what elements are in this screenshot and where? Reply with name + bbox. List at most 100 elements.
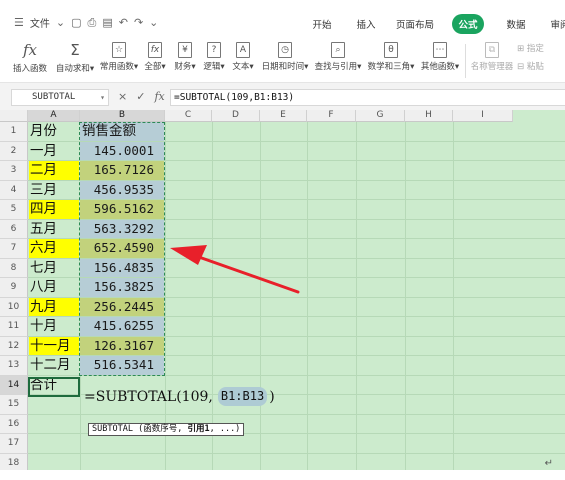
- column-header-c[interactable]: C: [165, 110, 212, 122]
- fx-icon: fx: [22, 41, 37, 59]
- cell-a8[interactable]: 七月: [29, 259, 79, 278]
- column-header-e[interactable]: E: [260, 110, 307, 122]
- chevron-down-icon[interactable]: ⌄: [149, 16, 158, 29]
- column-header-i[interactable]: I: [453, 110, 513, 122]
- cell-a3[interactable]: 二月: [29, 161, 79, 180]
- cell-b4[interactable]: 456.9535: [80, 180, 164, 199]
- cell-a2[interactable]: 一月: [29, 142, 79, 161]
- row-gridline: [28, 452, 565, 454]
- cell-a5[interactable]: 四月: [29, 200, 79, 219]
- cell-b13[interactable]: 516.5341: [80, 356, 164, 375]
- name-manager-button[interactable]: ⧉ 名称管理器: [470, 40, 514, 72]
- cell-b9[interactable]: 156.3825: [80, 278, 164, 297]
- column-header-g[interactable]: G: [356, 110, 405, 122]
- row-header-1[interactable]: 1: [0, 122, 28, 142]
- redo-icon[interactable]: ↷: [134, 16, 143, 29]
- file-menu[interactable]: 文件: [30, 15, 50, 30]
- cell-a6[interactable]: 五月: [29, 220, 79, 239]
- cell-b8[interactable]: 156.4835: [80, 258, 164, 277]
- ribbon: fx 插入函数 Σ 自动求和▾ ☆ 常用函数▾ fx 全部▾ ¥ 财务▾ ? 逻…: [0, 38, 565, 82]
- formula-bar-icons: × ✓ fx: [118, 90, 165, 103]
- date-time-button[interactable]: ◷ 日期和时间▾: [260, 40, 310, 72]
- tab-review[interactable]: 审阅: [538, 14, 565, 34]
- more-functions-button[interactable]: ⋯ 其他函数▾: [419, 40, 461, 72]
- row-header-8[interactable]: 8: [0, 258, 28, 278]
- common-functions-button[interactable]: ☆ 常用函数▾: [98, 40, 140, 72]
- yen-icon: ¥: [178, 42, 192, 58]
- cell-b3[interactable]: 165.7126: [80, 161, 164, 180]
- row-header-16[interactable]: 16: [0, 414, 28, 434]
- column-header-f[interactable]: F: [307, 110, 356, 122]
- chevron-down-icon[interactable]: ▾: [100, 90, 105, 105]
- confirm-icon[interactable]: ✓: [136, 90, 145, 103]
- cancel-icon[interactable]: ×: [118, 90, 127, 103]
- row-header-17[interactable]: 17: [0, 434, 28, 454]
- row-header-7[interactable]: 7: [0, 239, 28, 259]
- row-header-15[interactable]: 15: [0, 395, 28, 415]
- column-header-h[interactable]: H: [405, 110, 453, 122]
- row-header-9[interactable]: 9: [0, 278, 28, 298]
- active-cell-border: [28, 377, 80, 397]
- cell-b12[interactable]: 126.3167: [80, 336, 164, 355]
- tab-page-layout[interactable]: 页面布局: [388, 14, 442, 34]
- preview-icon[interactable]: ▤: [102, 16, 112, 29]
- cell-b7[interactable]: 652.4590: [80, 239, 164, 258]
- fx-icon[interactable]: fx: [154, 90, 164, 103]
- row-header-14[interactable]: 14: [0, 375, 28, 395]
- row-header-11[interactable]: 11: [0, 317, 28, 337]
- column-header-a[interactable]: A: [28, 110, 80, 122]
- define-name-button[interactable]: ⊞ 指定: [517, 42, 563, 54]
- cell-a7[interactable]: 六月: [29, 239, 79, 258]
- row-header-3[interactable]: 3: [0, 161, 28, 181]
- row-header-13[interactable]: 13: [0, 356, 28, 376]
- insert-function-button[interactable]: fx 插入函数: [10, 40, 50, 74]
- column-header-d[interactable]: D: [212, 110, 260, 122]
- name-box[interactable]: SUBTOTAL ▾: [11, 89, 109, 106]
- cell-a4[interactable]: 三月: [29, 181, 79, 200]
- paste-name-button[interactable]: ⊟ 粘贴: [517, 60, 563, 72]
- row-header-10[interactable]: 10: [0, 297, 28, 317]
- row-header-6[interactable]: 6: [0, 219, 28, 239]
- print-icon[interactable]: ⎙: [88, 16, 97, 30]
- cell-a9[interactable]: 八月: [29, 278, 79, 297]
- cell-b11[interactable]: 415.6255: [80, 317, 164, 336]
- chevron-down-icon[interactable]: ⌄: [56, 16, 65, 29]
- text-button[interactable]: A 文本▾: [230, 40, 256, 72]
- cell-a12[interactable]: 十一月: [29, 336, 79, 355]
- row-header-18[interactable]: 18: [0, 453, 28, 470]
- row-header-2[interactable]: 2: [0, 141, 28, 161]
- cell-a10[interactable]: 九月: [29, 297, 79, 316]
- all-functions-button[interactable]: fx 全部▾: [142, 40, 168, 72]
- formula-input[interactable]: =SUBTOTAL(109,B1:B13): [170, 89, 565, 106]
- select-all-corner[interactable]: [0, 110, 28, 122]
- cell-a13[interactable]: 十二月: [29, 356, 79, 375]
- tab-formulas[interactable]: 公式: [452, 14, 484, 34]
- column-header-b[interactable]: B: [80, 110, 165, 122]
- lookup-icon: ⌕: [331, 42, 345, 58]
- tab-insert[interactable]: 插入: [344, 14, 388, 34]
- cell-b5[interactable]: 596.5162: [80, 200, 164, 219]
- math-trig-button[interactable]: θ 数学和三角▾: [366, 40, 416, 72]
- row-header-4[interactable]: 4: [0, 180, 28, 200]
- ribbon-tabs: 开始 插入 页面布局 公式 数据 审阅: [300, 14, 565, 34]
- tab-home[interactable]: 开始: [300, 14, 344, 34]
- cell-a11[interactable]: 十月: [29, 317, 79, 336]
- undo-icon[interactable]: ↶: [119, 16, 128, 29]
- cell-b1[interactable]: 销售金额: [80, 122, 164, 141]
- row-header-12[interactable]: 12: [0, 336, 28, 356]
- save-icon[interactable]: ▢: [71, 16, 81, 29]
- cell-b6[interactable]: 563.3292: [80, 219, 164, 238]
- financial-button[interactable]: ¥ 财务▾: [172, 40, 198, 72]
- lookup-reference-button[interactable]: ⌕ 查找与引用▾: [313, 40, 363, 72]
- hamburger-icon[interactable]: ☰: [14, 16, 24, 29]
- cell-a1[interactable]: 月份: [29, 122, 79, 141]
- autosum-button[interactable]: Σ 自动求和▾: [54, 40, 96, 74]
- spreadsheet-grid[interactable]: A B C D E F G H I 1 2 3 4 5 6 7 8 9 10 11 12 13 14 15 16 17 18 月份 销售…: [0, 110, 565, 470]
- function-syntax-tooltip: SUBTOTAL (函数序号, 引用1, ...): [88, 423, 245, 436]
- tab-data[interactable]: 数据: [494, 14, 538, 34]
- cell-b2[interactable]: 145.0001: [80, 141, 164, 160]
- in-cell-formula[interactable]: =SUBTOTAL(109, B1:B13): [84, 387, 275, 406]
- row-header-5[interactable]: 5: [0, 200, 28, 220]
- cell-b10[interactable]: 256.2445: [80, 297, 164, 316]
- logical-button[interactable]: ? 逻辑▾: [201, 40, 227, 72]
